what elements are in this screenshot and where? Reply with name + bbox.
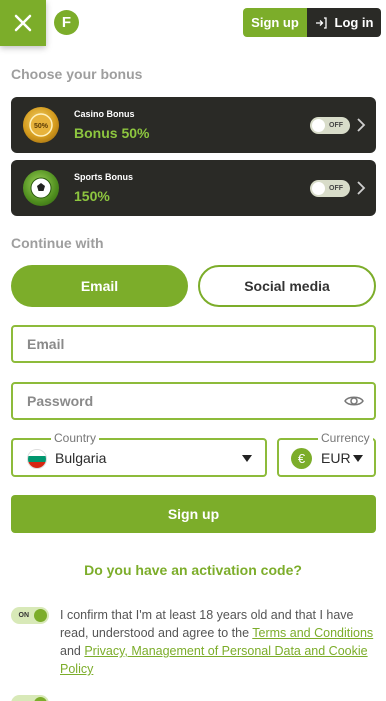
header-signup-button[interactable]: Sign up xyxy=(243,8,307,37)
bonus-card-casino[interactable]: 50% Casino Bonus Bonus 50% OFF xyxy=(11,97,376,153)
bonus-section-title: Choose your bonus xyxy=(11,66,143,82)
chevron-right-icon[interactable] xyxy=(356,180,366,196)
privacy-link[interactable]: Privacy, Management of Personal Data and… xyxy=(60,644,368,676)
chevron-right-icon[interactable] xyxy=(356,117,366,133)
age-consent-text: I confirm that I'm at least 18 years old… xyxy=(60,606,375,678)
email-placeholder: Email xyxy=(27,336,65,352)
bulgaria-flag-icon xyxy=(27,449,47,469)
euro-icon: € xyxy=(291,448,312,469)
chevron-down-icon xyxy=(353,455,363,462)
bonus-value: Bonus 50% xyxy=(74,125,150,141)
country-label: Country xyxy=(51,431,100,445)
terms-link[interactable]: Terms and Conditions xyxy=(252,626,373,640)
sports-bonus-toggle[interactable]: OFF xyxy=(310,180,350,197)
eye-icon[interactable] xyxy=(344,393,364,409)
toggle-state: ON xyxy=(18,612,30,619)
login-icon xyxy=(315,16,327,29)
bonus-card-sports[interactable]: Sports Bonus 150% OFF xyxy=(11,160,376,216)
toggle-state: OFF xyxy=(329,122,343,129)
age-consent-toggle[interactable]: ON xyxy=(11,607,49,624)
bonus-name: Casino Bonus xyxy=(74,109,135,119)
bonus-name: Sports Bonus xyxy=(74,172,134,182)
logo: F xyxy=(54,10,79,35)
country-select[interactable]: Country Bulgaria xyxy=(11,431,267,477)
marketing-consent-toggle[interactable] xyxy=(11,695,49,701)
close-button[interactable] xyxy=(0,0,46,46)
chevron-down-icon xyxy=(242,455,252,462)
signup-button[interactable]: Sign up xyxy=(11,495,376,533)
toggle-state: OFF xyxy=(329,185,343,192)
tab-social-media[interactable]: Social media xyxy=(198,265,376,307)
casino-bonus-toggle[interactable]: OFF xyxy=(310,117,350,134)
email-field[interactable]: Email xyxy=(11,325,376,363)
currency-select[interactable]: Currency € EUR xyxy=(277,431,376,477)
consent-text: and xyxy=(60,644,85,658)
close-icon xyxy=(14,14,32,32)
country-value: Bulgaria xyxy=(55,450,107,466)
password-placeholder: Password xyxy=(27,393,94,409)
continue-section-title: Continue with xyxy=(11,235,104,251)
bonus-value: 150% xyxy=(74,188,110,204)
currency-label: Currency xyxy=(318,431,373,445)
activation-code-link[interactable]: Do you have an activation code? xyxy=(0,562,386,578)
header-login-button[interactable]: Log in xyxy=(307,8,381,37)
login-label: Log in xyxy=(334,15,374,30)
currency-value: EUR xyxy=(321,450,351,466)
svg-text:50%: 50% xyxy=(34,123,49,130)
sports-bonus-icon xyxy=(23,170,59,206)
casino-bonus-icon: 50% xyxy=(23,107,59,143)
password-field[interactable]: Password xyxy=(11,382,376,420)
tab-email[interactable]: Email xyxy=(11,265,188,307)
